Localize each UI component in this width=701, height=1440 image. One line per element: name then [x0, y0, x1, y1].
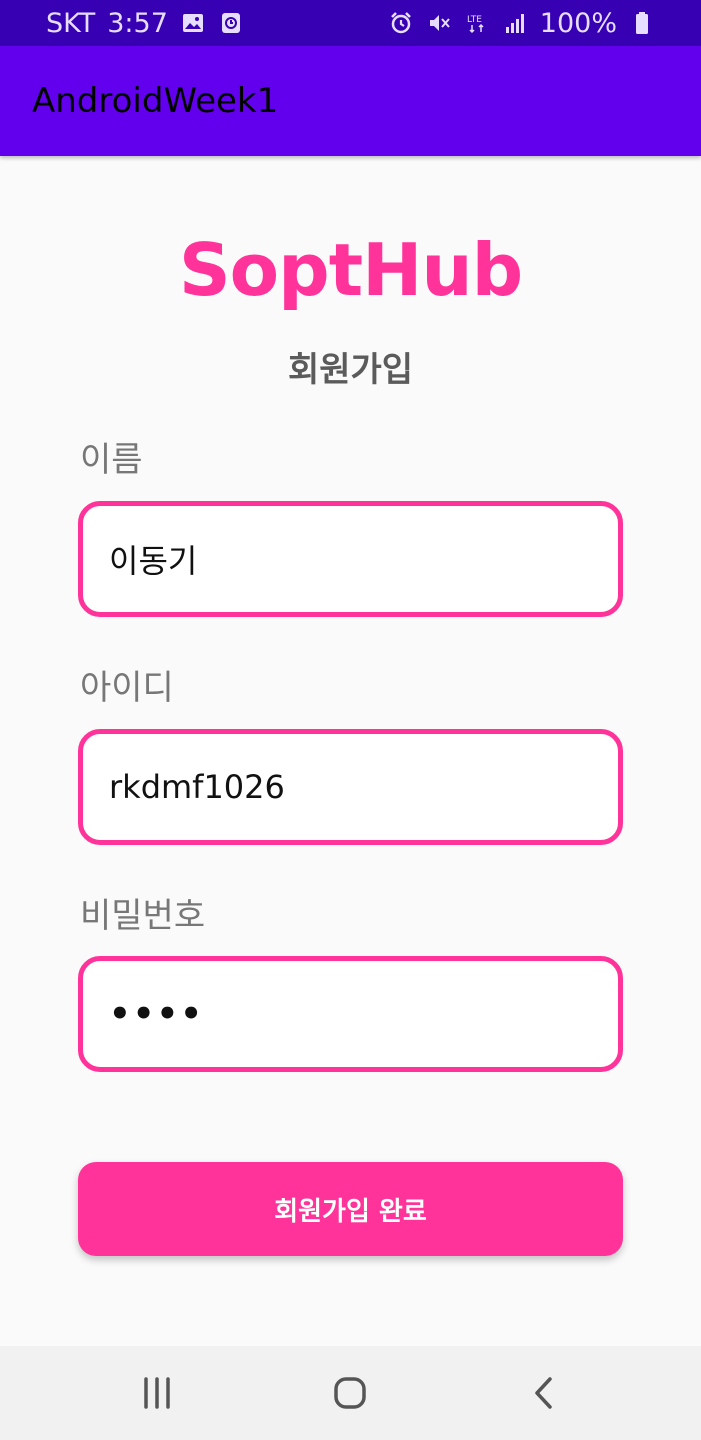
- image-icon: [180, 10, 206, 36]
- back-icon[interactable]: [504, 1353, 584, 1433]
- lte-icon: LTE: [464, 10, 490, 36]
- recent-apps-icon[interactable]: [117, 1353, 197, 1433]
- name-label: 이름: [80, 440, 143, 480]
- battery-icon: [629, 10, 655, 36]
- screen: SKT 3:57 LTE 100% AndroidWeek1 SoptHub 회…: [0, 0, 701, 1440]
- svg-text:LTE: LTE: [467, 15, 482, 25]
- home-icon[interactable]: [310, 1353, 390, 1433]
- mute-icon: [426, 10, 452, 36]
- password-value: ••••: [109, 994, 204, 1034]
- brand-title: SoptHub: [178, 228, 523, 312]
- password-label: 비밀번호: [80, 896, 206, 936]
- alarm-icon: [388, 10, 414, 36]
- id-label: 아이디: [80, 668, 174, 708]
- clock-time: 3:57: [107, 7, 168, 39]
- id-field[interactable]: rkdmf1026: [78, 729, 623, 845]
- signal-icon: [502, 10, 528, 36]
- navigation-bar: [0, 1346, 701, 1440]
- page-subtitle: 회원가입: [287, 350, 414, 390]
- status-bar: SKT 3:57 LTE 100%: [0, 0, 701, 46]
- battery-percent: 100%: [539, 7, 617, 39]
- clock-app-icon: [218, 10, 244, 36]
- signup-complete-button[interactable]: 회원가입 완료: [78, 1162, 623, 1256]
- status-left: SKT 3:57: [46, 8, 244, 39]
- password-field[interactable]: ••••: [78, 956, 623, 1072]
- app-title: AndroidWeek1: [32, 81, 279, 121]
- carrier-label: SKT: [46, 7, 96, 39]
- name-value: 이동기: [109, 542, 198, 580]
- id-value: rkdmf1026: [109, 768, 285, 806]
- status-right: LTE 100%: [388, 8, 655, 39]
- signup-complete-label: 회원가입 완료: [274, 1196, 427, 1227]
- app-bar: AndroidWeek1: [0, 46, 701, 156]
- name-field[interactable]: 이동기: [78, 501, 623, 617]
